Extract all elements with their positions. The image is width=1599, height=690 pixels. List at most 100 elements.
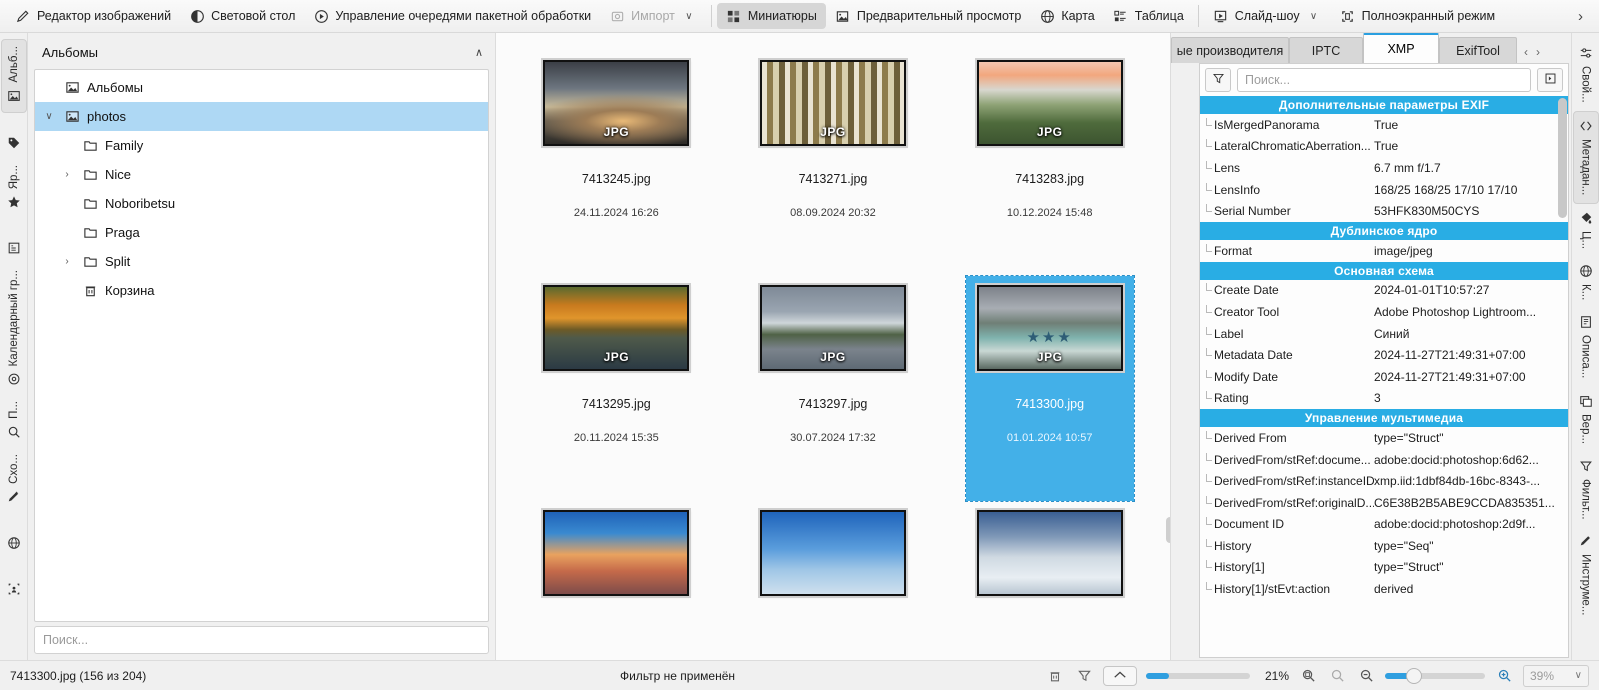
sidebar-item-tools[interactable]: Инструме... xyxy=(1573,527,1599,623)
toolbar-slideshow[interactable]: Слайд-шоу ∨ xyxy=(1204,3,1331,29)
metadata-filter-button[interactable] xyxy=(1205,68,1231,92)
tree-expander[interactable]: ∨ xyxy=(41,111,57,122)
tree-item-trash[interactable]: Корзина xyxy=(35,276,488,305)
toolbar-map[interactable]: Карта xyxy=(1030,3,1103,29)
tree-item-noboribetsu[interactable]: Noboribetsu xyxy=(35,189,488,218)
tab-scroll-prev-button[interactable]: ‹ xyxy=(1521,45,1531,59)
sidebar-item-properties[interactable]: Свой... xyxy=(1573,39,1599,111)
metadata-row[interactable]: Rating 3 xyxy=(1200,388,1568,410)
status-delete-button[interactable] xyxy=(1045,666,1065,686)
thumbnail-item[interactable]: JPG 7413295.jpg 20.11.2024 15:35 xyxy=(532,276,700,501)
sidebar-item-captions[interactable]: Описа... xyxy=(1573,308,1599,386)
tab-makernote[interactable]: ые производителя xyxy=(1171,37,1289,63)
thumbnail-item[interactable]: JPG 7413271.jpg 08.09.2024 20:32 xyxy=(749,51,917,276)
metadata-options-button[interactable] xyxy=(1537,68,1563,92)
image-zoom-slider-knob[interactable] xyxy=(1406,667,1422,684)
metadata-row[interactable]: Derived From type="Struct" xyxy=(1200,427,1568,449)
status-zoom-in-button[interactable] xyxy=(1494,666,1514,686)
tree-expander[interactable]: › xyxy=(59,256,75,267)
toolbar-batch-queue-manager[interactable]: Управление очередями пакетной обработки xyxy=(304,3,600,29)
tree-item-photos[interactable]: ∨ photos xyxy=(35,102,488,131)
toolbar-import[interactable]: Импорт ∨ xyxy=(600,3,706,29)
status-fit-button[interactable] xyxy=(1298,666,1318,686)
sidebar-item-captions[interactable] xyxy=(1,234,27,264)
toolbar-fullscreen[interactable]: Полноэкранный режим xyxy=(1331,3,1505,29)
tree-item-split[interactable]: › Split xyxy=(35,247,488,276)
toolbar-overflow-button[interactable]: › xyxy=(1568,8,1593,25)
sidebar-item-search[interactable]: П... xyxy=(1,395,27,448)
thumbnail-item[interactable]: JPG 7413283.jpg 10.12.2024 15:48 xyxy=(966,51,1134,276)
metadata-row[interactable]: IsMergedPanorama True xyxy=(1200,114,1568,136)
thumbnail-item[interactable] xyxy=(532,501,700,660)
metadata-row[interactable]: Serial Number 53HFK830M50CYS xyxy=(1200,200,1568,222)
sidebar-item-versions[interactable]: Вер... xyxy=(1573,387,1599,452)
tab-scroll-next-button[interactable]: › xyxy=(1533,45,1543,59)
image-zoom-select[interactable]: 39% ∨ xyxy=(1523,664,1589,687)
thumbnail-item[interactable]: JPG 7413245.jpg 24.11.2024 16:26 xyxy=(532,51,700,276)
chevron-down-icon[interactable]: ∨ xyxy=(1306,11,1322,22)
metadata-row[interactable]: History[1]/stEvt:action derived xyxy=(1200,578,1568,600)
metadata-row[interactable]: Create Date 2024-01-01T10:57:27 xyxy=(1200,280,1568,302)
metadata-row[interactable]: Modify Date 2024-11-27T21:49:31+07:00 xyxy=(1200,366,1568,388)
metadata-rows[interactable]: Дополнительные параметры EXIF IsMergedPa… xyxy=(1200,96,1568,657)
toolbar-preview[interactable]: Предварительный просмотр xyxy=(826,3,1030,29)
tab-exiftool[interactable]: ExifTool xyxy=(1439,37,1517,63)
chevron-down-icon[interactable]: ∨ xyxy=(1575,670,1582,681)
toolbar-image-editor[interactable]: Редактор изображений xyxy=(6,3,180,29)
sidebar-item-map[interactable] xyxy=(1,529,27,559)
thumbnail-size-slider[interactable] xyxy=(1146,672,1250,679)
sidebar-item-filters[interactable]: Фильт... xyxy=(1573,452,1599,528)
sidebar-item-colors[interactable]: Ц... xyxy=(1573,204,1599,257)
metadata-search-input[interactable]: Поиск... xyxy=(1237,68,1531,92)
metadata-row[interactable]: DerivedFrom/stRef:instanceID xmp.iid:1dbf… xyxy=(1200,470,1568,492)
metadata-row[interactable]: Document ID adobe:docid:photoshop:2d9f... xyxy=(1200,514,1568,536)
tab-iptc[interactable]: IPTC xyxy=(1289,37,1363,63)
thumbnail-item[interactable]: JPG 7413297.jpg 30.07.2024 17:32 xyxy=(749,276,917,501)
metadata-value: 168/25 168/25 17/10 17/10 xyxy=(1374,182,1518,197)
sidebar-item-tags[interactable] xyxy=(1,129,27,159)
metadata-row[interactable]: Format image/jpeg xyxy=(1200,240,1568,262)
tree-item-praga[interactable]: Praga xyxy=(35,218,488,247)
tree-item-nice[interactable]: › Nice xyxy=(35,160,488,189)
metadata-row[interactable]: DerivedFrom/stRef:originalD... C6E38B2B5A… xyxy=(1200,492,1568,514)
metadata-row[interactable]: LensInfo 168/25 168/25 17/10 17/10 xyxy=(1200,179,1568,201)
thumbnail-item-selected[interactable]: JPG ★★★ 7413300.jpg 01.01.2024 10:57 xyxy=(964,275,1135,502)
albums-tree[interactable]: Альбомы ∨ photos Family › Nice Noboribet… xyxy=(34,69,489,622)
tree-expander[interactable]: › xyxy=(59,169,75,180)
metadata-row[interactable]: History type="Seq" xyxy=(1200,535,1568,557)
metadata-row[interactable]: DerivedFrom/stRef:docume... adobe:docid:p… xyxy=(1200,449,1568,471)
sidebar-item-similarity[interactable]: Схо... xyxy=(1,448,27,513)
thumbnail-item[interactable] xyxy=(749,501,917,660)
chevron-down-icon[interactable]: ∨ xyxy=(681,11,697,22)
thumbnails-view[interactable]: JPG 7413245.jpg 24.11.2024 16:26 JPG 741… xyxy=(495,33,1171,660)
metadata-row[interactable]: Label Синий xyxy=(1200,323,1568,345)
chevron-up-icon[interactable]: ∧ xyxy=(475,46,483,59)
albums-search-input[interactable]: Поиск... xyxy=(34,626,489,654)
tree-item-albums-root[interactable]: Альбомы xyxy=(35,73,488,102)
sidebar-item-calendar[interactable]: Календарный гр... xyxy=(1,264,27,395)
metadata-row[interactable]: Metadata Date 2024-11-27T21:49:31+07:00 xyxy=(1200,344,1568,366)
status-filter-button[interactable] xyxy=(1074,666,1094,686)
rating-stars[interactable]: ★★★ xyxy=(966,328,1134,346)
status-collapse-button[interactable] xyxy=(1103,665,1137,686)
sidebar-item-metadata[interactable]: Метадан... xyxy=(1572,110,1599,205)
panel-splitter-handle[interactable] xyxy=(1166,517,1170,543)
sidebar-item-people[interactable] xyxy=(1,575,27,605)
toolbar-light-table[interactable]: Световой стол xyxy=(180,3,304,29)
metadata-row[interactable]: History[1] type="Struct" xyxy=(1200,557,1568,579)
sidebar-item-labels[interactable]: Яр... xyxy=(1,159,27,218)
toolbar-table[interactable]: Таблица xyxy=(1104,3,1193,29)
toolbar-thumbnails[interactable]: Миниатюры xyxy=(716,3,826,29)
metadata-row[interactable]: Creator Tool Adobe Photoshop Lightroom... xyxy=(1200,301,1568,323)
sidebar-item-albums[interactable]: Альб... xyxy=(0,39,27,113)
status-zoom-out-button[interactable] xyxy=(1356,666,1376,686)
image-zoom-slider[interactable] xyxy=(1385,667,1485,684)
tree-item-family[interactable]: Family xyxy=(35,131,488,160)
sidebar-item-geolocation[interactable]: К... xyxy=(1573,257,1599,308)
tab-xmp[interactable]: XMP xyxy=(1363,33,1439,63)
thumbnail-item[interactable] xyxy=(966,501,1134,660)
metadata-scrollbar[interactable] xyxy=(1558,98,1567,218)
metadata-row[interactable]: Lens 6.7 mm f/1.7 xyxy=(1200,157,1568,179)
metadata-row[interactable]: LateralChromaticAberration... True xyxy=(1200,136,1568,158)
status-reset-zoom-button[interactable] xyxy=(1327,666,1347,686)
